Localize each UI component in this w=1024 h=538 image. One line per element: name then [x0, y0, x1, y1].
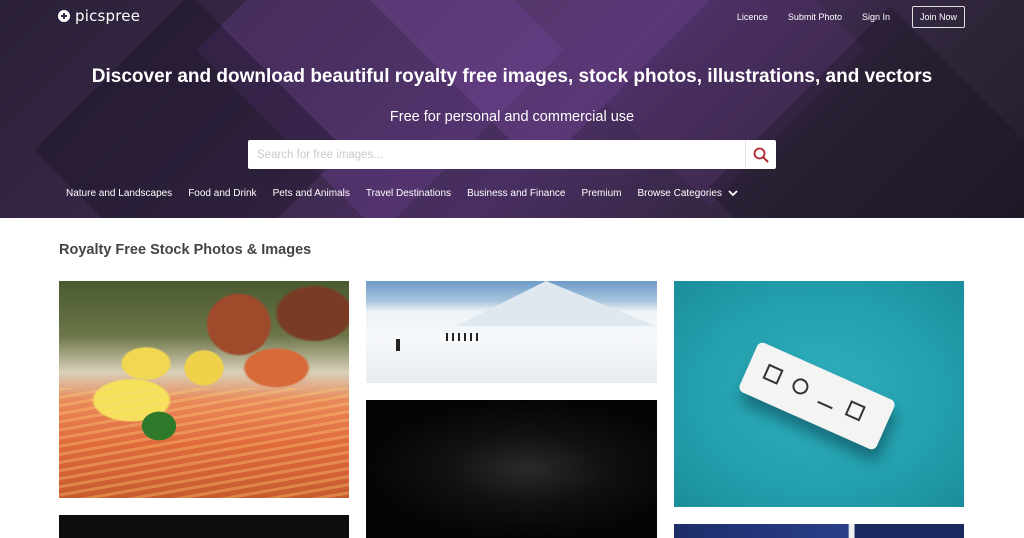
photo-snow-climbers[interactable]	[366, 281, 657, 383]
photo-detail	[470, 333, 472, 341]
category-travel-destinations[interactable]: Travel Destinations	[366, 188, 451, 199]
hero-subline: Free for personal and commercial use	[389, 109, 635, 125]
category-business-finance[interactable]: Business and Finance	[467, 188, 565, 199]
photo-dark-partial[interactable]	[59, 515, 349, 538]
photo-care-label-tag[interactable]	[674, 281, 964, 507]
photo-blue-partial[interactable]	[674, 524, 964, 538]
photo-detail	[762, 363, 784, 385]
photo-detail	[456, 281, 656, 326]
join-now-button[interactable]: Join Now	[911, 6, 965, 28]
photo-detail	[789, 375, 812, 398]
submit-photo-link[interactable]: Submit Photo	[788, 12, 842, 22]
category-premium[interactable]: Premium	[581, 188, 621, 199]
category-nature-landscapes[interactable]: Nature and Landscapes	[66, 188, 172, 199]
category-food-drink[interactable]: Food and Drink	[188, 188, 256, 199]
category-nav: Nature and Landscapes Food and Drink Pet…	[66, 188, 754, 199]
photo-detail	[452, 333, 454, 341]
search-input[interactable]	[248, 140, 745, 169]
photo-lemons-mint[interactable]	[59, 281, 349, 498]
plus-circle-icon	[58, 10, 70, 22]
search-icon	[753, 147, 769, 162]
photo-detail	[59, 388, 349, 498]
logo-text: picspree	[75, 7, 141, 25]
photo-detail	[446, 333, 448, 341]
chevron-down-icon	[728, 190, 738, 197]
search-bar	[248, 140, 776, 169]
licence-link[interactable]: Licence	[737, 12, 768, 22]
browse-categories-label: Browse Categories	[637, 188, 722, 199]
category-pets-animals[interactable]: Pets and Animals	[273, 188, 350, 199]
photo-detail	[129, 401, 189, 451]
photo-detail	[817, 388, 839, 410]
hero-header: picspree Licence Submit Photo Sign In Jo…	[0, 0, 1024, 218]
photo-dark-smoke[interactable]	[366, 400, 657, 538]
photo-detail	[476, 333, 478, 341]
section-title: Royalty Free Stock Photos & Images	[59, 242, 312, 258]
hero-headline: Discover and download beautiful royalty …	[91, 66, 933, 87]
browse-categories-dropdown[interactable]: Browse Categories	[637, 188, 738, 199]
sign-in-link[interactable]: Sign In	[862, 12, 890, 22]
photo-detail	[396, 339, 400, 351]
photo-detail	[844, 400, 866, 422]
search-button[interactable]	[745, 140, 776, 169]
site-logo[interactable]: picspree	[58, 7, 140, 25]
photo-detail	[458, 333, 460, 341]
top-nav: Licence Submit Photo Sign In Join Now	[717, 6, 965, 28]
photo-detail	[737, 340, 897, 452]
photo-detail	[464, 333, 466, 341]
